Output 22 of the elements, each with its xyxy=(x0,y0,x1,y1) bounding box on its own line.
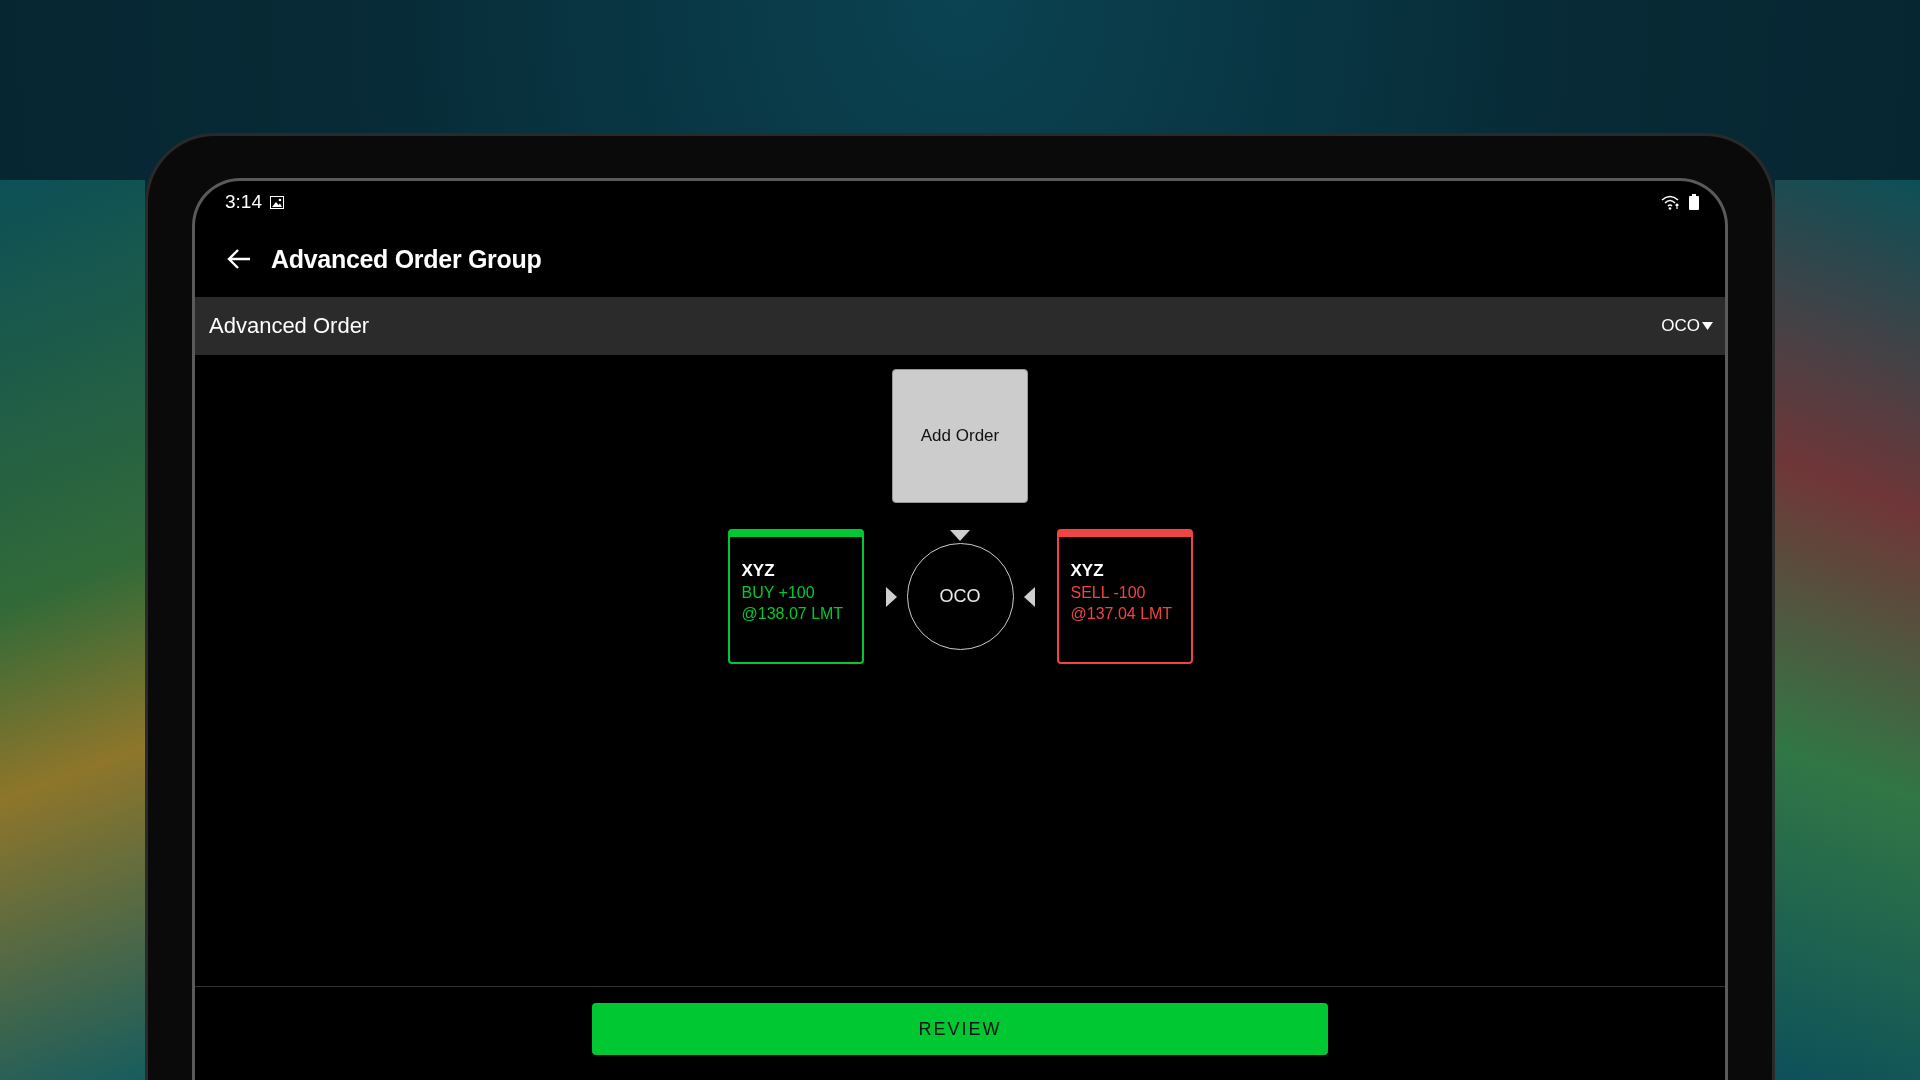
back-button[interactable] xyxy=(227,248,251,270)
order-symbol: XYZ xyxy=(741,561,776,581)
order-type-dropdown[interactable]: OCO xyxy=(1661,316,1713,336)
image-icon xyxy=(270,195,284,209)
status-time: 3:14 xyxy=(225,191,262,213)
order-card[interactable]: XYZ SELL -100 @137.04 LMT xyxy=(1056,529,1193,664)
section-label: Advanced Order xyxy=(209,313,370,339)
order-price: @137.04 LMT xyxy=(1070,605,1174,623)
right-pointing-triangle-icon xyxy=(885,586,897,607)
wifi-icon xyxy=(1661,194,1681,210)
order-price: @138.07 LMT xyxy=(741,605,845,623)
order-card[interactable]: XYZ BUY +100 @138.07 LMT xyxy=(727,529,864,664)
add-order-button[interactable]: Add Order xyxy=(892,369,1028,503)
order-action: SELL -100 xyxy=(1070,584,1147,602)
down-pointing-triangle-icon xyxy=(950,530,970,541)
review-button[interactable]: REVIEW xyxy=(592,1003,1328,1055)
left-pointing-triangle-icon xyxy=(1023,586,1035,607)
order-action: BUY +100 xyxy=(741,584,816,602)
caret-down-icon xyxy=(1702,322,1713,330)
order-symbol: XYZ xyxy=(1070,561,1105,581)
battery-icon xyxy=(1689,194,1699,210)
screen-title: Advanced Order Group xyxy=(271,244,542,274)
